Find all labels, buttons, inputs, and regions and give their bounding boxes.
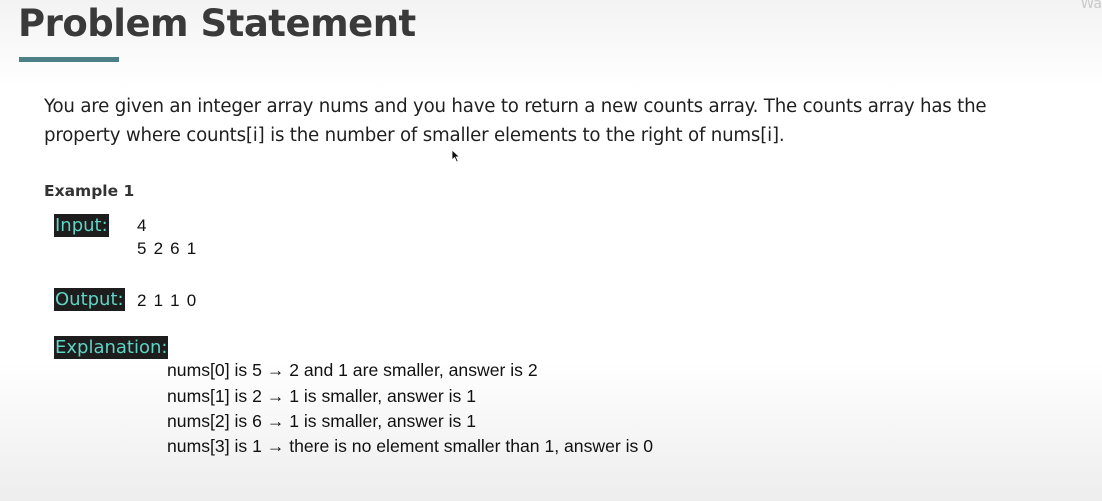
slide-title: Problem Statement	[18, 2, 416, 45]
explanation-label: Explanation:	[54, 336, 169, 359]
problem-description-line-1: You are given an integer array nums and …	[44, 96, 987, 117]
explanation-line: nums[0] is 5 → 2 and 1 are smaller, answ…	[167, 360, 538, 380]
example-heading: Example 1	[44, 182, 135, 200]
explanation-line: nums[2] is 6 → 1 is smaller, answer is 1	[167, 411, 476, 431]
input-value-count: 4	[137, 216, 148, 235]
explanation-line: nums[3] is 1 → there is no element small…	[167, 436, 654, 456]
corner-watermark-text: Wa	[1080, 0, 1102, 12]
problem-description: You are given an integer array nums and …	[44, 92, 1044, 150]
mouse-pointer-icon	[451, 149, 461, 163]
input-value-array: 5 2 6 1	[137, 239, 198, 258]
input-label: Input:	[54, 214, 109, 237]
output-value: 2 1 1 0	[137, 291, 198, 310]
explanation-line: nums[1] is 2 → 1 is smaller, answer is 1	[167, 386, 476, 406]
title-underline	[19, 57, 119, 62]
output-label: Output:	[54, 288, 125, 311]
problem-description-line-2: property where counts[i] is the number o…	[44, 125, 785, 146]
